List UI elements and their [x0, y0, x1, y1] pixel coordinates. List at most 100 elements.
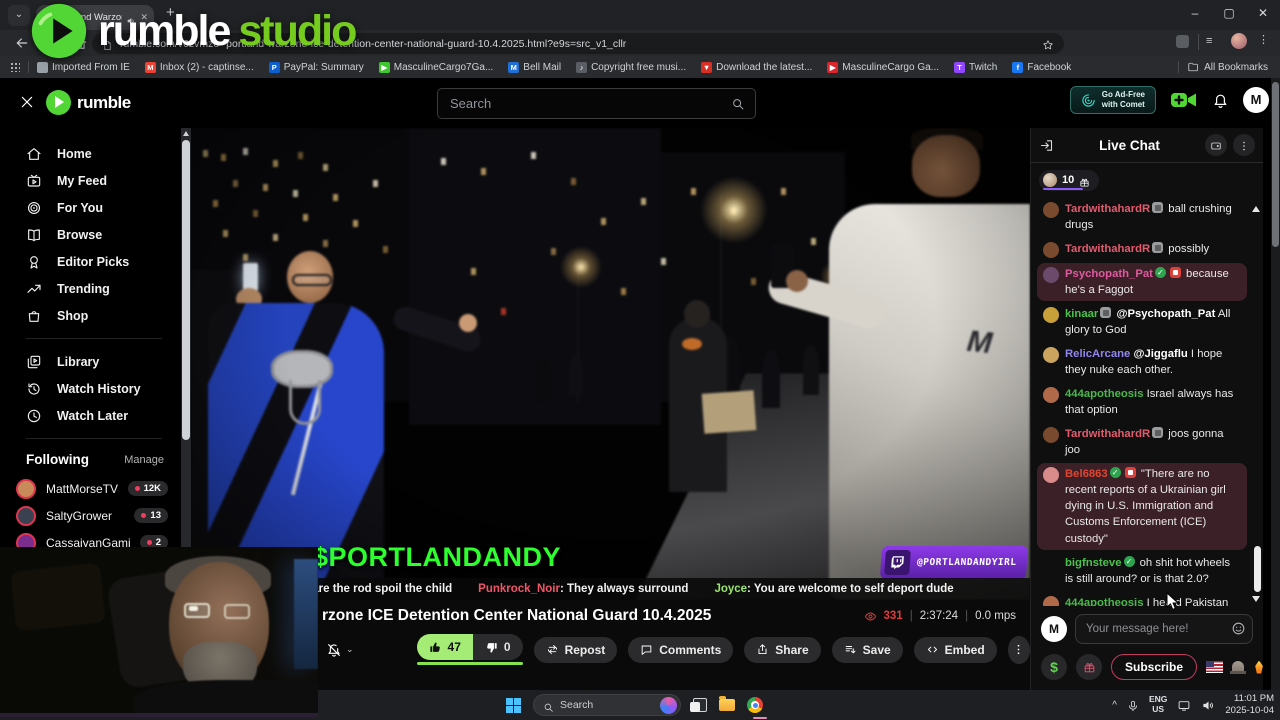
bookmark-item[interactable]: M Inbox (2) - captinse... [144, 61, 254, 73]
chat-username[interactable]: TardwithahardR [1065, 428, 1150, 440]
sidebar-item[interactable]: Watch Later [0, 402, 180, 429]
tab-search-chevron-button[interactable]: ⌄ [8, 5, 30, 26]
rumble-logo[interactable]: rumble [46, 90, 131, 115]
sidebar-item[interactable]: Editor Picks [0, 248, 180, 275]
rant-dollar-button[interactable]: $ [1041, 654, 1067, 680]
chat-username[interactable]: bigfnsteve [1065, 557, 1122, 569]
home-icon[interactable] [72, 35, 88, 51]
browser-tab[interactable]: ♪ Portland Warzone ICE D ✕ [36, 5, 154, 30]
sidebar-item[interactable]: Watch History [0, 375, 180, 402]
chat-username[interactable]: TardwithahardR [1065, 203, 1150, 215]
chat-menu-button[interactable] [1233, 134, 1255, 156]
upload-camera-icon[interactable] [1170, 90, 1198, 110]
scrollbar-thumb[interactable] [182, 140, 190, 440]
start-button-icon[interactable] [506, 697, 521, 713]
bookmark-star-icon[interactable] [1042, 38, 1054, 50]
bookmark-item[interactable]: M Bell Mail [508, 61, 561, 73]
go-ad-free-button[interactable]: Go Ad-Free with Comet [1069, 86, 1156, 114]
chrome-icon[interactable] [747, 697, 763, 713]
following-channel[interactable]: SaltyGrower 13 [0, 502, 180, 529]
emoji-picker-icon[interactable] [1231, 621, 1246, 636]
user-avatar[interactable]: M [1243, 87, 1269, 113]
chat-username[interactable]: kinaar [1065, 308, 1098, 320]
chat-message-input[interactable] [1075, 614, 1253, 644]
sidebar-item[interactable]: Browse [0, 221, 180, 248]
chat-scroll-up-arrow[interactable] [1252, 206, 1260, 212]
chat-username[interactable]: 444apotheosis [1065, 597, 1143, 606]
page-scrollbar-thumb[interactable] [1272, 82, 1279, 247]
microphone-icon[interactable] [1127, 699, 1139, 712]
notifications-muted-button[interactable]: ⌄ [326, 642, 354, 658]
chat-username[interactable]: Psychopath_Pat [1065, 268, 1153, 280]
chat-username[interactable]: RelicArcane [1065, 348, 1130, 360]
action-button[interactable]: Comments [628, 636, 734, 663]
site-search[interactable] [437, 88, 756, 119]
chat-username[interactable]: TardwithahardR [1065, 243, 1150, 255]
close-menu-icon[interactable] [19, 94, 35, 110]
taskbar-search[interactable]: Search [533, 694, 681, 716]
tab-audio-icon[interactable] [126, 13, 136, 24]
notifications-bell-icon[interactable] [1212, 92, 1229, 109]
action-button[interactable]: Repost [533, 636, 618, 663]
url-bar[interactable]: rumble.com/v6zvmzo--portland-warzone-ice… [92, 33, 1064, 54]
window-maximize-button[interactable]: ▢ [1212, 0, 1246, 28]
search-icon[interactable] [731, 97, 745, 111]
window-close-button[interactable]: ✕ [1246, 0, 1280, 28]
sidebar-item[interactable]: Home [0, 140, 180, 167]
gifted-subs-pill[interactable]: 10 [1039, 170, 1100, 191]
gravestone-emoji[interactable] [1230, 660, 1247, 674]
subscribe-button[interactable]: Subscribe [1111, 654, 1198, 680]
browser-profile-avatar[interactable] [1231, 33, 1247, 49]
page-info-icon[interactable] [102, 38, 113, 51]
file-explorer-icon[interactable] [719, 696, 735, 711]
tab-groups-icon[interactable]: ≡ [1206, 35, 1212, 48]
chat-theater-button[interactable] [1205, 134, 1227, 156]
bookmark-item[interactable]: ▶ MasculineCargo7Ga... [378, 61, 493, 73]
window-minimize-button[interactable]: – [1178, 0, 1212, 28]
chat-scrollbar-thumb[interactable] [1254, 546, 1261, 592]
action-button[interactable]: Save [831, 636, 903, 663]
tray-expand-caret[interactable]: ^ [1112, 700, 1117, 711]
sidebar-item[interactable]: Library [0, 348, 180, 375]
chat-user-avatar[interactable]: M [1041, 616, 1067, 642]
action-button[interactable]: Embed [913, 636, 997, 663]
page-scrollbar[interactable] [1271, 78, 1280, 690]
new-tab-button[interactable]: + [166, 4, 175, 21]
gift-sub-button[interactable] [1076, 654, 1102, 680]
tab-close-icon[interactable]: ✕ [140, 12, 148, 23]
sidebar-item[interactable]: Trending [0, 275, 180, 302]
bookmark-item[interactable]: ▼ Download the latest... [701, 61, 812, 73]
bookmark-item[interactable]: T Twitch [954, 61, 997, 73]
like-button[interactable]: 47 [416, 634, 473, 660]
sidebar-item[interactable]: My Feed [0, 167, 180, 194]
more-options-button[interactable] [1007, 635, 1030, 664]
bookmark-item[interactable]: ♪ Copyright free musi... [576, 61, 686, 73]
speaker-icon[interactable] [1201, 699, 1215, 712]
scrollbar-up-arrow[interactable] [183, 131, 189, 136]
task-view-icon[interactable] [690, 698, 707, 712]
bookmark-item[interactable]: ▶ MasculineCargo Ga... [827, 61, 939, 73]
sidebar-item[interactable]: Shop [0, 302, 180, 329]
refresh-icon[interactable] [48, 35, 64, 51]
chat-scroll-down-arrow[interactable] [1252, 596, 1260, 602]
following-channel[interactable]: MattMorseTV 12K [0, 475, 180, 502]
display-cast-icon[interactable] [1177, 699, 1191, 712]
language-indicator[interactable]: ENG US [1149, 694, 1167, 715]
clock[interactable]: 11:01 PM 2025-10-04 [1225, 693, 1274, 717]
bookmark-item[interactable]: Imported From IE [37, 61, 130, 73]
browser-menu-icon[interactable]: ⋮ [1258, 33, 1269, 46]
all-bookmarks[interactable]: All Bookmarks [1178, 61, 1280, 73]
url-text[interactable]: rumble.com/v6zvmzo--portland-warzone-ice… [120, 38, 1035, 50]
back-icon[interactable] [14, 35, 30, 51]
chat-username[interactable]: 444apotheosis [1065, 388, 1143, 400]
bookmark-item[interactable]: f Facebook [1012, 61, 1071, 73]
action-button[interactable]: Share [744, 636, 821, 663]
chat-messages[interactable]: TardwithahardR ball crushing drugs Tardw… [1031, 196, 1263, 606]
us-flag-emoji[interactable] [1206, 661, 1224, 673]
apps-grid-icon[interactable] [10, 62, 20, 72]
chat-popout-icon[interactable] [1039, 138, 1054, 153]
campfire-emoji[interactable] [1255, 660, 1263, 674]
extension-icon[interactable] [1176, 35, 1189, 48]
bookmark-item[interactable]: P PayPal: Summary [268, 61, 364, 73]
manage-link[interactable]: Manage [124, 454, 164, 466]
